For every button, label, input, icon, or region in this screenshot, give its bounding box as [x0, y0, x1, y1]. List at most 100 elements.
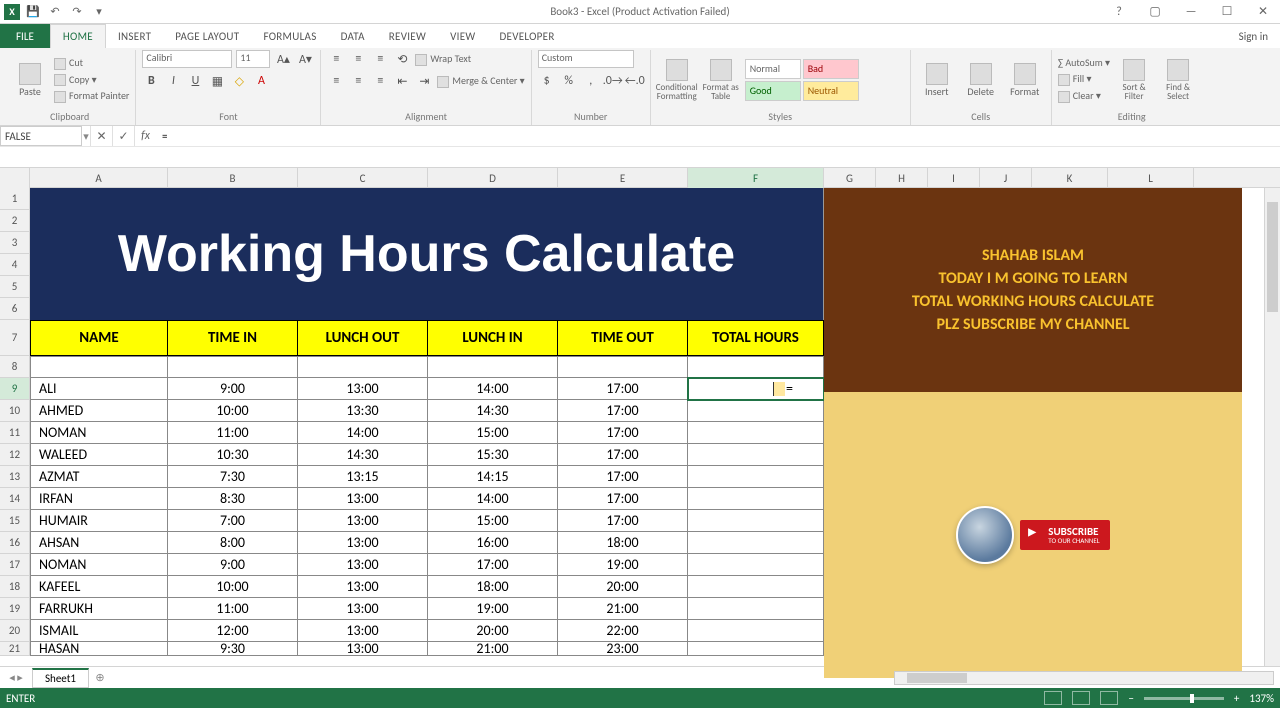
formula-input[interactable]: = — [156, 126, 1280, 146]
row-header-17[interactable]: 17 — [0, 554, 30, 576]
cell-time-out[interactable]: 18:00 — [558, 532, 688, 554]
cell-time-in[interactable]: 7:30 — [168, 466, 298, 488]
row-header-15[interactable]: 15 — [0, 510, 30, 532]
row-header-14[interactable]: 14 — [0, 488, 30, 510]
cell-total-hours[interactable] — [688, 620, 824, 642]
row-header-8[interactable]: 8 — [0, 356, 30, 378]
cell-time-out[interactable]: 17:00 — [558, 378, 688, 400]
decrease-decimal-icon[interactable]: ←.0 — [626, 72, 644, 90]
copy-button[interactable]: Copy ▾ — [54, 73, 129, 87]
row-header-11[interactable]: 11 — [0, 422, 30, 444]
cell-time-out[interactable]: 19:00 — [558, 554, 688, 576]
cell-time-in[interactable]: 8:30 — [168, 488, 298, 510]
bold-button[interactable]: B — [142, 72, 160, 90]
header-lunch-in[interactable]: LUNCH IN — [428, 320, 558, 356]
cell-name[interactable]: NOMAN — [30, 422, 168, 444]
cell-lunch-in[interactable]: 19:00 — [428, 598, 558, 620]
increase-indent-icon[interactable]: ⇥ — [415, 72, 433, 90]
col-header-C[interactable]: C — [298, 168, 428, 188]
cell-time-out[interactable]: 17:00 — [558, 466, 688, 488]
style-bad[interactable]: Bad — [803, 59, 859, 79]
col-header-F[interactable]: F — [688, 168, 824, 188]
conditional-formatting-button[interactable]: Conditional Formatting — [657, 52, 697, 108]
cell-time-in[interactable]: 9:30 — [168, 642, 298, 656]
cell-lunch-in[interactable]: 14:00 — [428, 378, 558, 400]
cell-total-hours[interactable] — [688, 400, 824, 422]
cell-time-out[interactable]: 20:00 — [558, 576, 688, 598]
cell-name[interactable]: AHSAN — [30, 532, 168, 554]
col-header-A[interactable]: A — [30, 168, 168, 188]
qat-customize-icon[interactable]: ▾ — [90, 3, 108, 21]
cell-name[interactable]: WALEED — [30, 444, 168, 466]
cell-lunch-out[interactable]: 13:30 — [298, 400, 428, 422]
paste-button[interactable]: Paste — [10, 52, 50, 108]
row-header-5[interactable]: 5 — [0, 276, 30, 298]
tab-page-layout[interactable]: PAGE LAYOUT — [163, 24, 251, 48]
cell-total-hours[interactable] — [688, 444, 824, 466]
cell-time-in[interactable]: 12:00 — [168, 620, 298, 642]
font-color-button[interactable]: A — [252, 72, 270, 90]
format-cells-button[interactable]: Format — [1005, 52, 1045, 108]
row-header-2[interactable]: 2 — [0, 210, 30, 232]
cell-time-out[interactable]: 23:00 — [558, 642, 688, 656]
undo-icon[interactable]: ↶ — [46, 3, 64, 21]
row-header-1[interactable]: 1 — [0, 188, 30, 210]
cell-time-in[interactable]: 9:00 — [168, 378, 298, 400]
increase-font-icon[interactable]: A▴ — [274, 50, 292, 68]
fill-button[interactable]: Fill ▾ — [1058, 72, 1110, 86]
col-header-K[interactable]: K — [1032, 168, 1108, 188]
cell-lunch-in[interactable]: 15:00 — [428, 422, 558, 444]
increase-decimal-icon[interactable]: .0→ — [604, 72, 622, 90]
cell-time-in[interactable]: 7:00 — [168, 510, 298, 532]
cell-total-hours[interactable] — [688, 488, 824, 510]
cell-total-hours[interactable] — [688, 598, 824, 620]
find-select-button[interactable]: Find & Select — [1158, 52, 1198, 108]
new-sheet-icon[interactable]: ⊕ — [89, 671, 111, 684]
cell-time-out[interactable]: 17:00 — [558, 444, 688, 466]
decrease-indent-icon[interactable]: ⇤ — [393, 72, 411, 90]
cell-lunch-in[interactable]: 14:30 — [428, 400, 558, 422]
cell-lunch-in[interactable]: 20:00 — [428, 620, 558, 642]
select-all-corner[interactable] — [0, 168, 30, 188]
page-layout-view-icon[interactable] — [1072, 691, 1090, 705]
cell-time-in[interactable] — [168, 356, 298, 378]
cell-time-out[interactable]: 17:00 — [558, 488, 688, 510]
align-left-icon[interactable]: ≡ — [327, 72, 345, 90]
italic-button[interactable]: I — [164, 72, 182, 90]
col-header-G[interactable]: G — [824, 168, 876, 188]
tab-view[interactable]: VIEW — [438, 24, 487, 48]
name-box[interactable]: FALSE — [0, 126, 82, 146]
cell-lunch-out[interactable]: 14:30 — [298, 444, 428, 466]
border-button[interactable]: ▦ — [208, 72, 226, 90]
cell-total-hours[interactable] — [688, 576, 824, 598]
accounting-icon[interactable]: $ — [538, 72, 556, 90]
cell-time-in[interactable]: 10:00 — [168, 576, 298, 598]
row-header-19[interactable]: 19 — [0, 598, 30, 620]
tab-developer[interactable]: DEVELOPER — [487, 24, 566, 48]
cell-total-hours[interactable] — [688, 554, 824, 576]
save-icon[interactable]: 💾 — [24, 3, 42, 21]
cell-lunch-out[interactable]: 13:00 — [298, 576, 428, 598]
insert-cells-button[interactable]: Insert — [917, 52, 957, 108]
align-top-icon[interactable]: ≡ — [327, 50, 345, 68]
header-name[interactable]: NAME — [30, 320, 168, 356]
cell-name[interactable]: HASAN — [30, 642, 168, 656]
cell-lunch-out[interactable]: 13:15 — [298, 466, 428, 488]
row-header-7[interactable]: 7 — [0, 320, 30, 356]
help-icon[interactable]: ? — [1102, 1, 1136, 23]
header-time-out[interactable]: TIME OUT — [558, 320, 688, 356]
cell-lunch-out[interactable]: 13:00 — [298, 378, 428, 400]
row-header-9[interactable]: 9 — [0, 378, 30, 400]
cell-lunch-out[interactable] — [298, 356, 428, 378]
cell-time-out[interactable]: 17:00 — [558, 422, 688, 444]
autosum-button[interactable]: ∑ AutoSum ▾ — [1058, 56, 1110, 69]
cut-button[interactable]: Cut — [54, 56, 129, 70]
cell-total-hours[interactable] — [688, 510, 824, 532]
cell-time-in[interactable]: 8:00 — [168, 532, 298, 554]
maximize-icon[interactable]: ☐ — [1210, 1, 1244, 23]
cell-lunch-in[interactable]: 17:00 — [428, 554, 558, 576]
cell-time-in[interactable]: 11:00 — [168, 422, 298, 444]
col-header-I[interactable]: I — [928, 168, 980, 188]
sign-in-link[interactable]: Sign in — [1227, 24, 1280, 48]
cell-name[interactable] — [30, 356, 168, 378]
